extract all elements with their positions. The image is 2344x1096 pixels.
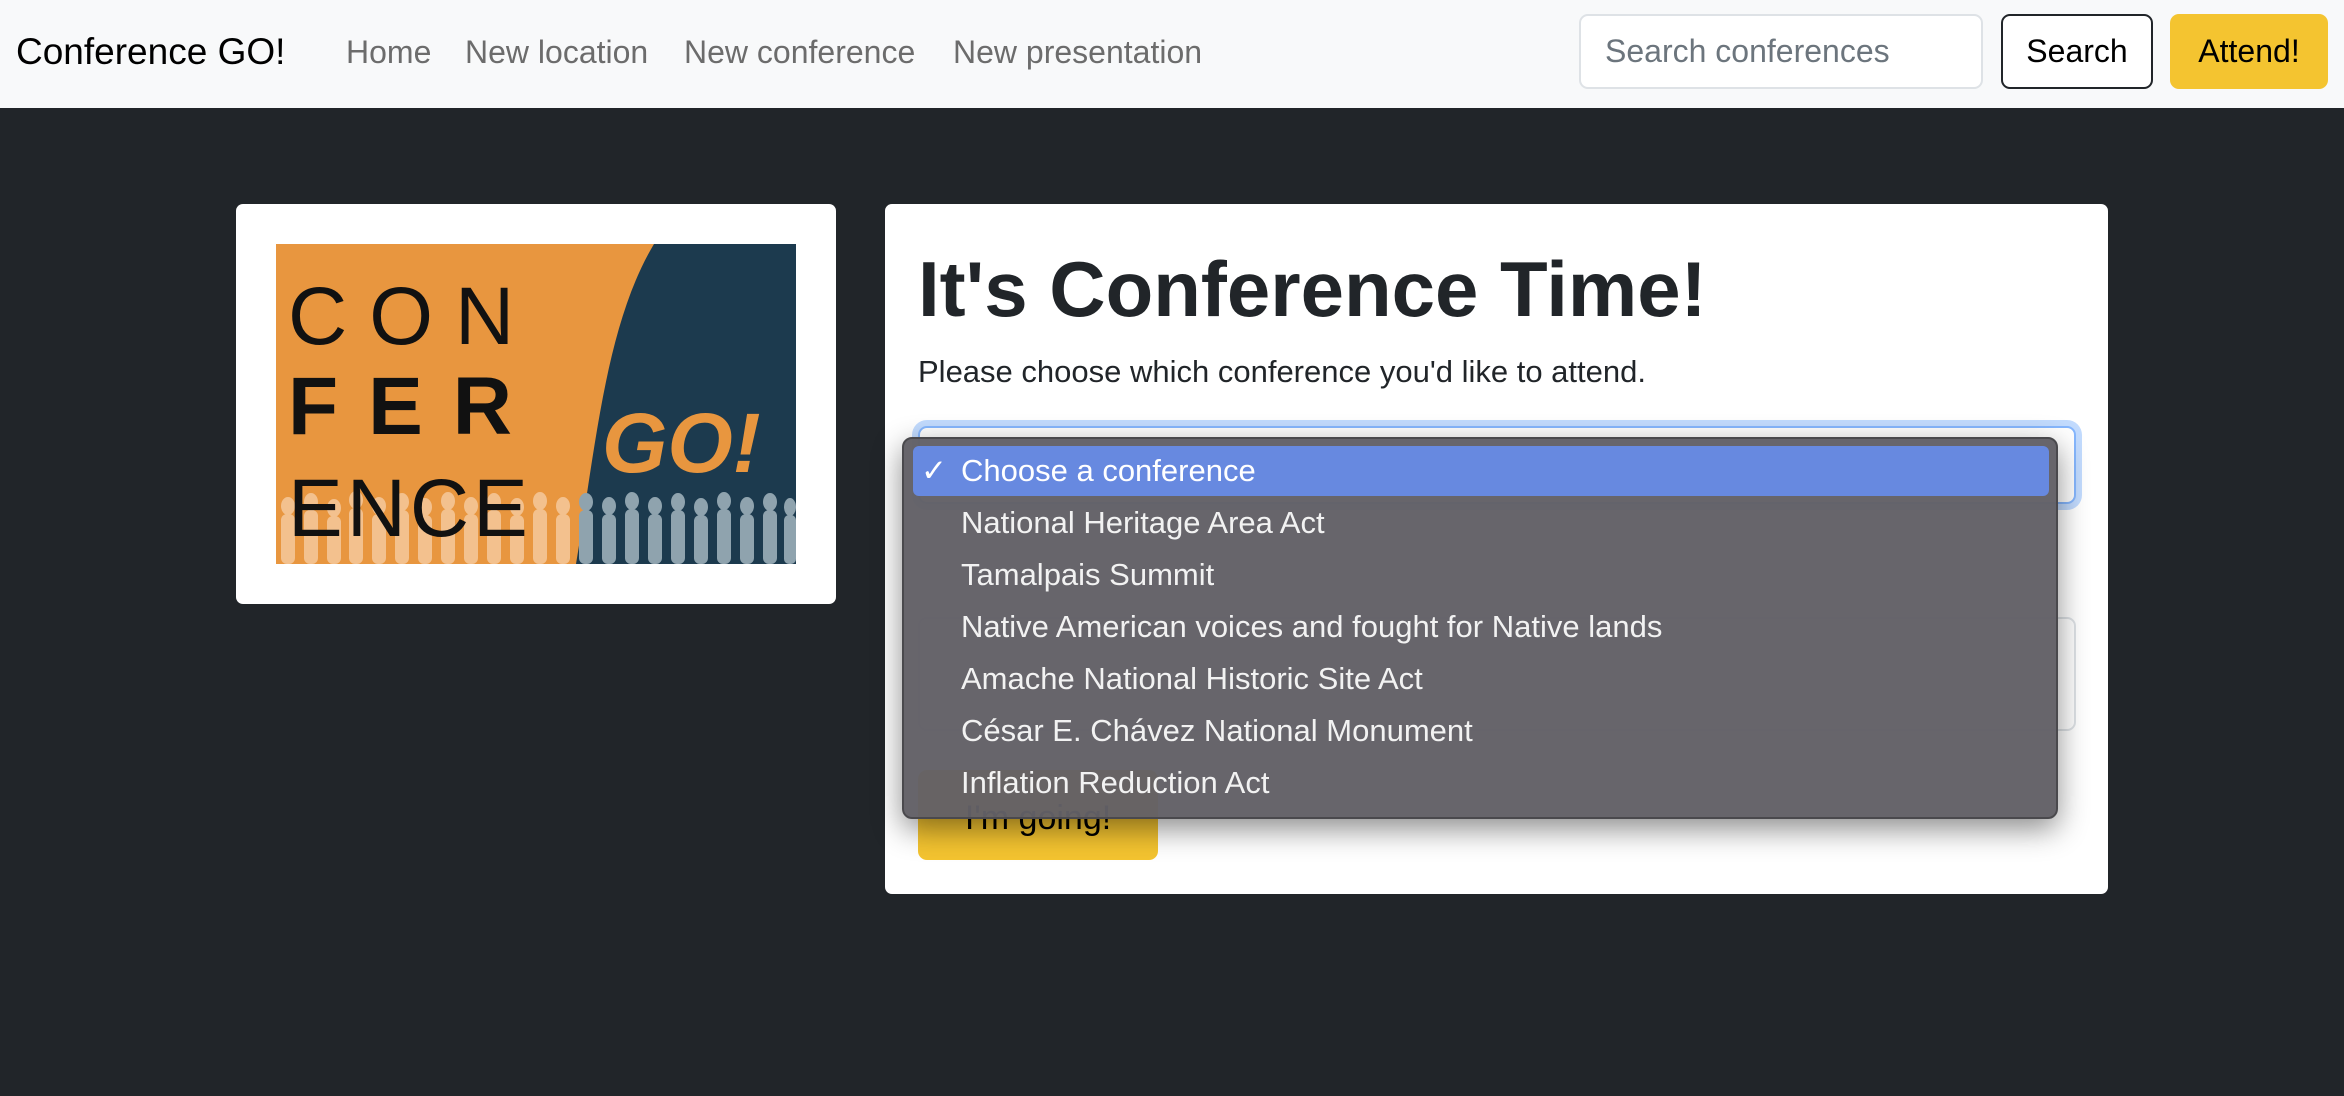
- form-instructions: Please choose which conference you'd lik…: [918, 354, 1646, 389]
- search-input[interactable]: [1579, 14, 1983, 89]
- page-title: It's Conference Time!: [918, 245, 1707, 333]
- nav-link-home[interactable]: Home: [346, 30, 431, 74]
- dropdown-option[interactable]: Amache National Historic Site Act: [913, 654, 2049, 704]
- brand-link[interactable]: Conference GO!: [16, 28, 285, 76]
- nav-link-new-location[interactable]: New location: [465, 30, 648, 74]
- logo-text-con: CON: [288, 271, 536, 362]
- logo-text-fer: FER: [288, 361, 542, 452]
- nav-link-new-conference[interactable]: New conference: [684, 30, 915, 74]
- conference-go-logo: CON FER ENCE GO!: [276, 244, 796, 564]
- dropdown-option[interactable]: National Heritage Area Act: [913, 498, 2049, 548]
- logo-card: CON FER ENCE GO!: [236, 204, 836, 604]
- dropdown-option[interactable]: Inflation Reduction Act: [913, 758, 2049, 808]
- logo-text-ence: ENCE: [288, 463, 532, 554]
- logo-text-go: GO!: [602, 396, 761, 490]
- dropdown-option[interactable]: ✓ Choose a conference: [913, 446, 2049, 496]
- nav-link-new-presentation[interactable]: New presentation: [953, 30, 1202, 74]
- dropdown-option[interactable]: Tamalpais Summit: [913, 550, 2049, 600]
- dropdown-option[interactable]: Native American voices and fought for Na…: [913, 602, 2049, 652]
- dropdown-option[interactable]: César E. Chávez National Monument: [913, 706, 2049, 756]
- navbar: Conference GO! Home New location New con…: [0, 0, 2344, 108]
- search-button[interactable]: Search: [2001, 14, 2153, 89]
- attend-button[interactable]: Attend!: [2170, 14, 2328, 89]
- conference-dropdown-menu: ✓ Choose a conference National Heritage …: [902, 437, 2058, 819]
- checkmark-icon: ✓: [921, 453, 947, 488]
